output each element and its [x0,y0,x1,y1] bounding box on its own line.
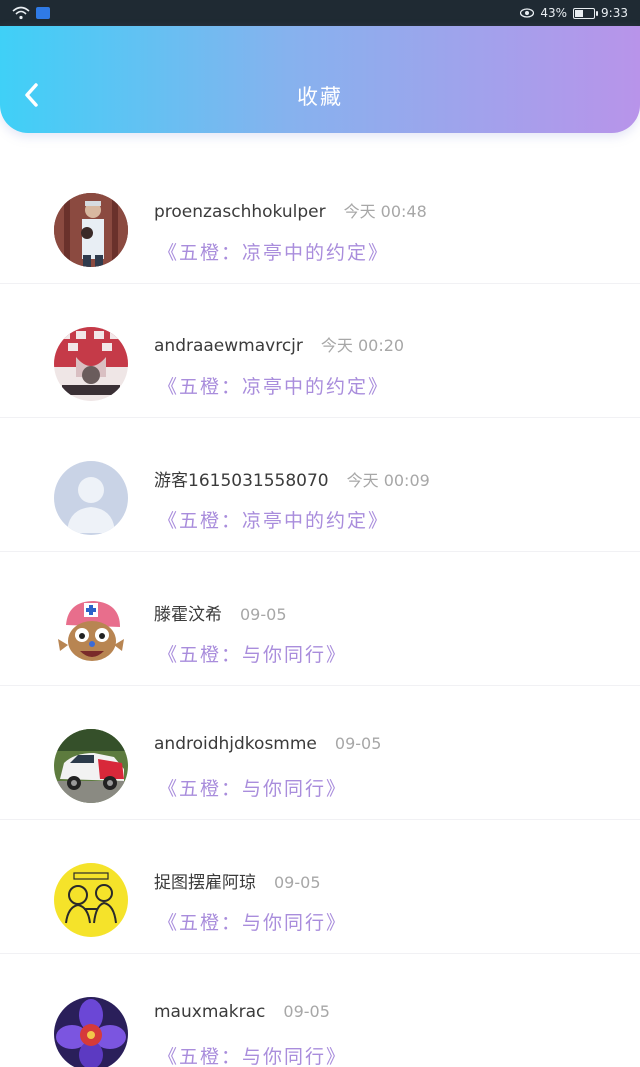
work-title-link[interactable]: 《五橙：与你同行》 [158,1042,347,1067]
timestamp: 今天 00:09 [346,471,430,490]
battery-icon [573,7,599,19]
battery-percent: 43% [540,6,568,20]
default-user-icon [54,461,128,535]
default-user-avatar[interactable] [54,461,128,535]
avatar-image [54,863,128,937]
user-line: mauxmakrac 09-05 [154,1002,330,1022]
avatar-image [54,595,128,669]
wifi-icon [12,6,30,20]
page-title: 收藏 [297,85,343,109]
timestamp: 09-05 [283,1002,330,1021]
app-notification-icon [36,7,50,19]
avatar-image [54,327,128,401]
status-bar: 43% 9:33 [0,0,640,26]
user-line: 游客1615031558070 今天 00:09 [154,466,430,491]
status-left [12,6,50,20]
username[interactable]: androidhjdkosmme [154,734,317,754]
timestamp: 今天 00:20 [320,336,405,355]
eye-icon [520,8,535,18]
list-item[interactable]: andraaewmavrcjr 今天 00:20 《五橙：凉亭中的约定》 [0,284,640,418]
timestamp: 今天 00:48 [343,202,427,221]
list-item[interactable]: 捉图摆雇阿琼 09-05 《五橙：与你同行》 [0,820,640,954]
clock: 9:33 [601,6,628,20]
work-title-link[interactable]: 《五橙：凉亭中的约定》 [158,238,389,265]
header-bar [0,26,640,133]
user-line: 滕霍汶希 09-05 [154,600,287,625]
work-title-link[interactable]: 《五橙：与你同行》 [158,640,347,667]
photo-man-avatar[interactable] [54,193,128,267]
username[interactable]: andraaewmavrcjr [154,336,303,356]
timestamp: 09-05 [334,734,382,753]
username[interactable]: 滕霍汶希 [154,600,222,625]
username[interactable]: proenzaschhokulper [154,202,326,222]
photo-red-avatar[interactable] [54,327,128,401]
timestamp: 09-05 [274,873,321,892]
purple-flower-avatar[interactable] [54,997,128,1067]
list-item[interactable]: 滕霍汶希 09-05 《五橙：与你同行》 [0,552,640,686]
work-title-link[interactable]: 《五橙：凉亭中的约定》 [158,506,389,533]
username[interactable]: 捉图摆雇阿琼 [154,868,256,893]
user-line: proenzaschhokulper 今天 00:48 [154,198,427,222]
status-right: 43% 9:33 [520,6,628,20]
rally-car-avatar[interactable] [54,729,128,803]
work-title-link[interactable]: 《五橙：与你同行》 [158,908,347,935]
timestamp: 09-05 [240,605,287,624]
list-item[interactable]: 游客1615031558070 今天 00:09 《五橙：凉亭中的约定》 [0,418,640,552]
avatar-image [54,997,128,1067]
avatar-image [54,193,128,267]
favorites-list: proenzaschhokulper 今天 00:48 《五橙：凉亭中的约定》 … [0,150,640,1067]
username[interactable]: 游客1615031558070 [154,466,329,491]
yellow-sketch-avatar[interactable] [54,863,128,937]
work-title-link[interactable]: 《五橙：与你同行》 [158,774,347,801]
list-item[interactable]: proenzaschhokulper 今天 00:48 《五橙：凉亭中的约定》 [0,150,640,284]
cartoon-chopper-avatar[interactable] [54,595,128,669]
user-line: 捉图摆雇阿琼 09-05 [154,868,321,893]
user-line: androidhjdkosmme 09-05 [154,734,381,754]
list-item[interactable]: mauxmakrac 09-05 《五橙：与你同行》 [0,954,640,1067]
username[interactable]: mauxmakrac [154,1002,265,1022]
avatar-image [54,729,128,803]
work-title-link[interactable]: 《五橙：凉亭中的约定》 [158,372,389,399]
list-item[interactable]: androidhjdkosmme 09-05 《五橙：与你同行》 [0,686,640,820]
user-line: andraaewmavrcjr 今天 00:20 [154,332,404,356]
